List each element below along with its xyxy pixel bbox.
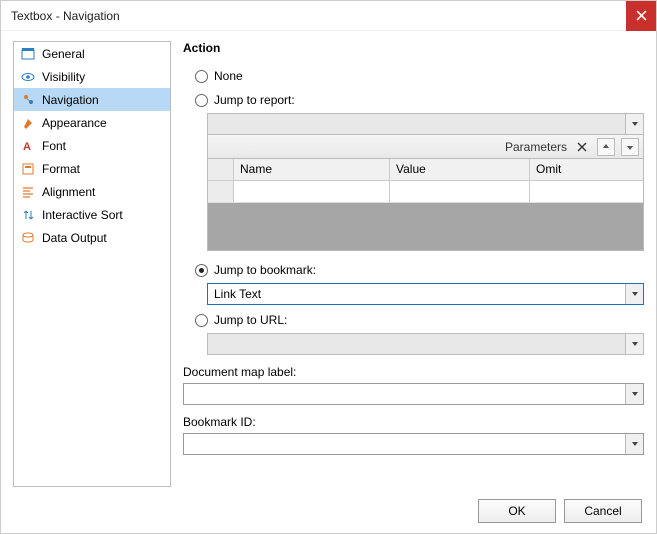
chevron-down-icon bbox=[631, 340, 639, 348]
sidebar-label: General bbox=[42, 47, 85, 61]
sidebar-label: Format bbox=[42, 162, 80, 176]
close-button[interactable] bbox=[626, 1, 656, 31]
delete-icon bbox=[576, 141, 588, 153]
section-title: Action bbox=[183, 41, 644, 55]
sidebar-item-navigation[interactable]: Navigation bbox=[14, 88, 170, 111]
jump-bookmark-combo[interactable] bbox=[207, 283, 644, 305]
bookmark-id-combo[interactable] bbox=[183, 433, 644, 455]
parameters-grid[interactable]: Name Value Omit bbox=[207, 159, 644, 251]
jump-url-combo[interactable] bbox=[207, 333, 644, 355]
sidebar-label: Font bbox=[42, 139, 66, 153]
move-down-button[interactable] bbox=[621, 138, 639, 156]
sidebar-item-data-output[interactable]: Data Output bbox=[14, 226, 170, 249]
grid-row[interactable] bbox=[208, 181, 643, 203]
interactive-sort-icon bbox=[20, 207, 36, 223]
cell-name[interactable] bbox=[234, 181, 390, 202]
sidebar-label: Appearance bbox=[42, 116, 107, 130]
jump-bookmark-input[interactable] bbox=[208, 284, 625, 304]
sidebar-label: Data Output bbox=[42, 231, 107, 245]
move-up-button[interactable] bbox=[597, 138, 615, 156]
doc-map-label: Document map label: bbox=[183, 365, 644, 379]
bookmark-id-input[interactable] bbox=[184, 434, 625, 454]
sidebar-label: Navigation bbox=[42, 93, 99, 107]
cell-value[interactable] bbox=[390, 181, 530, 202]
window-title: Textbox - Navigation bbox=[11, 9, 626, 23]
format-icon bbox=[20, 161, 36, 177]
chevron-down-icon bbox=[631, 440, 639, 448]
sidebar-label: Alignment bbox=[42, 185, 95, 199]
jump-url-input[interactable] bbox=[208, 334, 625, 354]
jump-report-combo[interactable] bbox=[207, 113, 644, 135]
dropdown-button[interactable] bbox=[625, 284, 643, 304]
cell-omit[interactable] bbox=[530, 181, 643, 202]
chevron-down-icon bbox=[631, 290, 639, 298]
col-omit[interactable]: Omit bbox=[530, 159, 643, 180]
dropdown-button[interactable] bbox=[625, 384, 643, 404]
sidebar-item-general[interactable]: General bbox=[14, 42, 170, 65]
appearance-icon bbox=[20, 115, 36, 131]
sidebar-item-visibility[interactable]: Visibility bbox=[14, 65, 170, 88]
row-selector[interactable] bbox=[208, 181, 234, 202]
radio-jump-bookmark-label: Jump to bookmark: bbox=[214, 263, 316, 277]
sidebar-label: Interactive Sort bbox=[42, 208, 123, 222]
cancel-button[interactable]: Cancel bbox=[564, 499, 642, 523]
col-name[interactable]: Name bbox=[234, 159, 390, 180]
bookmark-id-label: Bookmark ID: bbox=[183, 415, 644, 429]
radio-none[interactable] bbox=[195, 70, 208, 83]
visibility-icon bbox=[20, 69, 36, 85]
sidebar: General Visibility Navigation Appearance… bbox=[13, 41, 171, 487]
row-selector-header bbox=[208, 159, 234, 180]
main-panel: Action None Jump to report: Parameters bbox=[183, 41, 644, 487]
sidebar-item-format[interactable]: Format bbox=[14, 157, 170, 180]
dropdown-button[interactable] bbox=[625, 114, 643, 134]
col-value[interactable]: Value bbox=[390, 159, 530, 180]
font-icon: A bbox=[20, 138, 36, 154]
dialog-footer: OK Cancel bbox=[478, 499, 642, 523]
sidebar-item-interactive-sort[interactable]: Interactive Sort bbox=[14, 203, 170, 226]
parameters-toolbar: Parameters bbox=[207, 135, 644, 159]
arrow-down-icon bbox=[625, 142, 635, 152]
radio-jump-report-label: Jump to report: bbox=[214, 93, 295, 107]
doc-map-combo[interactable] bbox=[183, 383, 644, 405]
chevron-down-icon bbox=[631, 390, 639, 398]
sidebar-item-font[interactable]: A Font bbox=[14, 134, 170, 157]
jump-report-input[interactable] bbox=[208, 114, 625, 134]
dropdown-button[interactable] bbox=[625, 334, 643, 354]
ok-button[interactable]: OK bbox=[478, 499, 556, 523]
parameters-label: Parameters bbox=[505, 140, 567, 154]
general-icon bbox=[20, 46, 36, 62]
radio-jump-report[interactable] bbox=[195, 94, 208, 107]
delete-parameter-button[interactable] bbox=[573, 138, 591, 156]
sidebar-item-alignment[interactable]: Alignment bbox=[14, 180, 170, 203]
doc-map-input[interactable] bbox=[184, 384, 625, 404]
svg-text:A: A bbox=[23, 141, 31, 153]
navigation-icon bbox=[20, 92, 36, 108]
sidebar-label: Visibility bbox=[42, 70, 85, 84]
radio-none-label: None bbox=[214, 69, 243, 83]
grid-header: Name Value Omit bbox=[208, 159, 643, 181]
radio-jump-url-label: Jump to URL: bbox=[214, 313, 287, 327]
sidebar-item-appearance[interactable]: Appearance bbox=[14, 111, 170, 134]
data-output-icon bbox=[20, 230, 36, 246]
arrow-up-icon bbox=[601, 142, 611, 152]
dropdown-button[interactable] bbox=[625, 434, 643, 454]
alignment-icon bbox=[20, 184, 36, 200]
chevron-down-icon bbox=[631, 120, 639, 128]
radio-jump-url[interactable] bbox=[195, 314, 208, 327]
radio-jump-bookmark[interactable] bbox=[195, 264, 208, 277]
close-icon bbox=[636, 10, 647, 21]
titlebar: Textbox - Navigation bbox=[1, 1, 656, 31]
